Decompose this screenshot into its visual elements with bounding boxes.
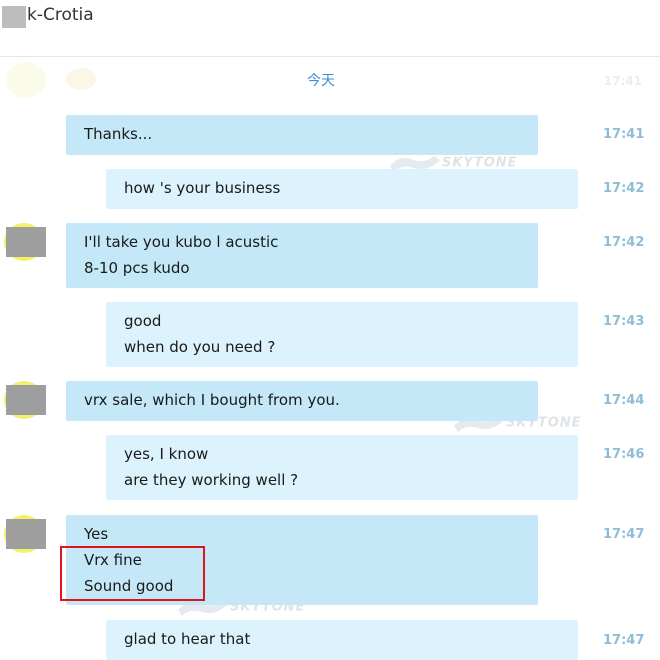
chat-header: k-Crotia <box>0 0 660 57</box>
message-bubble-sent[interactable]: yes, I know are they working well ? <box>106 435 578 500</box>
chat-title: k-Crotia <box>27 5 94 25</box>
message-bubble-received[interactable]: Thanks... <box>66 115 538 155</box>
message-text: I'll take you kubo l acustic <box>84 233 279 251</box>
faded-timestamp: 17:41 <box>603 74 642 88</box>
highlight-box <box>60 546 205 601</box>
message-timestamp: 17:42 <box>603 235 645 250</box>
message-text: how 's your business <box>124 179 281 197</box>
message-timestamp: 17:47 <box>603 633 645 648</box>
message-bubble-sent[interactable]: how 's your business <box>106 169 578 209</box>
message-text: glad to hear that <box>124 630 251 648</box>
avatar-mask <box>6 385 46 415</box>
message-timestamp: 17:46 <box>603 447 645 462</box>
message-bubble-sent[interactable]: glad to hear that <box>106 620 578 660</box>
date-divider: 今天 <box>307 73 335 89</box>
message-timestamp: 17:42 <box>603 181 645 196</box>
message-bubble-sent[interactable]: good when do you need ? <box>106 302 578 367</box>
message-bubble-received[interactable]: vrx sale, which I bought from you. <box>66 381 538 421</box>
message-timestamp: 17:47 <box>603 527 645 542</box>
message-timestamp: 17:43 <box>603 314 645 329</box>
message-text: are they working well ? <box>124 471 299 489</box>
message-text: 8-10 pcs kudo <box>84 259 190 277</box>
avatar-mask <box>6 227 46 257</box>
sender-avatar[interactable] <box>4 515 46 553</box>
contact-avatar[interactable] <box>2 6 26 28</box>
sender-avatar[interactable] <box>4 223 46 261</box>
avatar-mask <box>6 519 46 549</box>
message-text: Thanks... <box>84 125 153 143</box>
sender-avatar[interactable] <box>4 381 46 419</box>
message-text: yes, I know <box>124 445 209 463</box>
message-text: when do you need ? <box>124 338 276 356</box>
message-bubble-received[interactable]: I'll take you kubo l acustic 8-10 pcs ku… <box>66 223 538 288</box>
message-timestamp: 17:41 <box>603 127 645 142</box>
message-text: vrx sale, which I bought from you. <box>84 391 340 409</box>
message-text: good <box>124 312 162 330</box>
message-timestamp: 17:44 <box>603 393 645 408</box>
message-text: Yes <box>84 525 109 543</box>
